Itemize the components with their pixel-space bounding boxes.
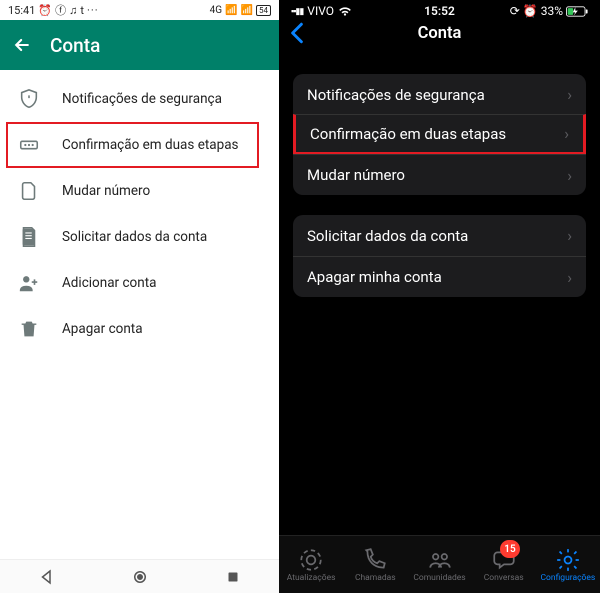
phone-icon bbox=[362, 547, 388, 573]
ios-section-1: Notificações de segurança › Confirmação … bbox=[293, 74, 586, 195]
wifi-icon bbox=[338, 5, 352, 17]
ios-status-bar: ▪▪▮▮ VIVO 15:52 ⟳ ⏰ 33% bbox=[279, 0, 600, 22]
add-user-icon bbox=[18, 272, 40, 294]
nav-recents-icon[interactable] bbox=[224, 568, 242, 586]
tab-chats[interactable]: 15 Conversas bbox=[472, 536, 536, 593]
tab-label: Conversas bbox=[484, 573, 524, 583]
row-label: Solicitar dados da conta bbox=[307, 227, 567, 245]
chevron-right-icon: › bbox=[564, 124, 569, 143]
signal-icon: 📶 bbox=[225, 5, 237, 16]
battery-icon bbox=[566, 6, 588, 17]
ios-section-2: Solicitar dados da conta › Apagar minha … bbox=[293, 215, 586, 297]
page-title: Conta bbox=[50, 34, 100, 57]
battery-icon: 54 bbox=[256, 5, 271, 16]
sim-icon bbox=[18, 180, 40, 202]
signal-icon: 📶 bbox=[241, 5, 253, 16]
item-change-number[interactable]: Mudar número bbox=[0, 168, 279, 214]
music-icon: ♫ bbox=[69, 4, 77, 17]
facebook-icon: ⓕ bbox=[55, 2, 66, 18]
unread-badge: 15 bbox=[500, 540, 519, 558]
page-title: Conta bbox=[279, 24, 600, 43]
item-label: Apagar conta bbox=[62, 321, 143, 337]
row-label: Notificações de segurança bbox=[307, 86, 567, 104]
item-request-data[interactable]: Solicitar dados da conta bbox=[0, 214, 279, 260]
nav-back-icon[interactable] bbox=[38, 568, 56, 586]
battery-percent: 33% bbox=[541, 4, 563, 18]
tab-label: Comunidades bbox=[413, 573, 465, 583]
row-label: Apagar minha conta bbox=[307, 268, 567, 286]
tab-settings[interactable]: Configurações bbox=[536, 536, 600, 593]
item-label: Mudar número bbox=[62, 183, 150, 199]
gear-icon bbox=[555, 547, 581, 573]
android-app-bar: Conta bbox=[0, 20, 279, 70]
back-arrow-icon[interactable] bbox=[12, 35, 32, 55]
pin-icon bbox=[18, 134, 40, 156]
alarm-icon: ⏰ bbox=[523, 4, 538, 18]
network-icon: 4G bbox=[210, 5, 222, 16]
row-security-notifications[interactable]: Notificações de segurança › bbox=[293, 74, 586, 115]
item-add-account[interactable]: Adicionar conta bbox=[0, 260, 279, 306]
ios-tab-bar: Atualizações Chamadas Comunidades 15 Con… bbox=[279, 535, 600, 593]
status-time: 15:52 bbox=[390, 4, 489, 18]
ios-screen: ▪▪▮▮ VIVO 15:52 ⟳ ⏰ 33% Conta Notificaçõ… bbox=[279, 0, 600, 593]
nav-home-icon[interactable] bbox=[131, 568, 149, 586]
chevron-right-icon: › bbox=[567, 166, 572, 185]
item-delete-account[interactable]: Apagar conta bbox=[0, 306, 279, 352]
more-icon: ··· bbox=[87, 4, 99, 17]
item-label: Adicionar conta bbox=[62, 275, 156, 291]
back-chevron-icon[interactable] bbox=[289, 22, 305, 44]
document-icon bbox=[18, 226, 40, 248]
ios-header: Conta bbox=[279, 22, 600, 60]
tab-label: Atualizações bbox=[287, 573, 336, 583]
android-nav-bar bbox=[0, 559, 279, 593]
status-icon bbox=[298, 547, 324, 573]
signal-bars-icon: ▪▪▮▮ bbox=[291, 6, 303, 17]
app-icon: t bbox=[80, 4, 84, 17]
row-two-step-verification[interactable]: Confirmação em duas etapas › bbox=[293, 114, 586, 155]
item-label: Solicitar dados da conta bbox=[62, 229, 207, 245]
android-status-bar: 15:41 ⏰ ⓕ ♫ t ··· 4G 📶 📶 54 bbox=[0, 0, 279, 20]
item-two-step-verification[interactable]: Confirmação em duas etapas bbox=[0, 122, 279, 168]
alarm-icon: ⏰ bbox=[38, 4, 52, 17]
chevron-right-icon: › bbox=[567, 226, 572, 245]
item-label: Notificações de segurança bbox=[62, 91, 222, 107]
row-change-number[interactable]: Mudar número › bbox=[293, 154, 586, 195]
android-account-list: Notificações de segurança Confirmação em… bbox=[0, 70, 279, 352]
row-label: Mudar número bbox=[307, 166, 567, 184]
tab-label: Chamadas bbox=[355, 573, 396, 583]
carrier-label: VIVO bbox=[307, 4, 334, 18]
item-label: Confirmação em duas etapas bbox=[62, 137, 239, 153]
tab-label: Configurações bbox=[541, 573, 596, 583]
tab-communities[interactable]: Comunidades bbox=[407, 536, 471, 593]
trash-icon bbox=[18, 318, 40, 340]
chevron-right-icon: › bbox=[567, 85, 572, 104]
item-security-notifications[interactable]: Notificações de segurança bbox=[0, 76, 279, 122]
tab-updates[interactable]: Atualizações bbox=[279, 536, 343, 593]
android-screen: 15:41 ⏰ ⓕ ♫ t ··· 4G 📶 📶 54 Conta Notifi… bbox=[0, 0, 279, 593]
row-request-data[interactable]: Solicitar dados da conta › bbox=[293, 215, 586, 256]
rotation-lock-icon: ⟳ bbox=[510, 4, 520, 18]
tab-calls[interactable]: Chamadas bbox=[343, 536, 407, 593]
people-icon bbox=[427, 547, 453, 573]
chevron-right-icon: › bbox=[567, 268, 572, 287]
row-label: Confirmação em duas etapas bbox=[310, 125, 564, 143]
shield-icon bbox=[18, 88, 40, 110]
row-delete-account[interactable]: Apagar minha conta › bbox=[293, 256, 586, 297]
status-time: 15:41 bbox=[8, 4, 35, 17]
